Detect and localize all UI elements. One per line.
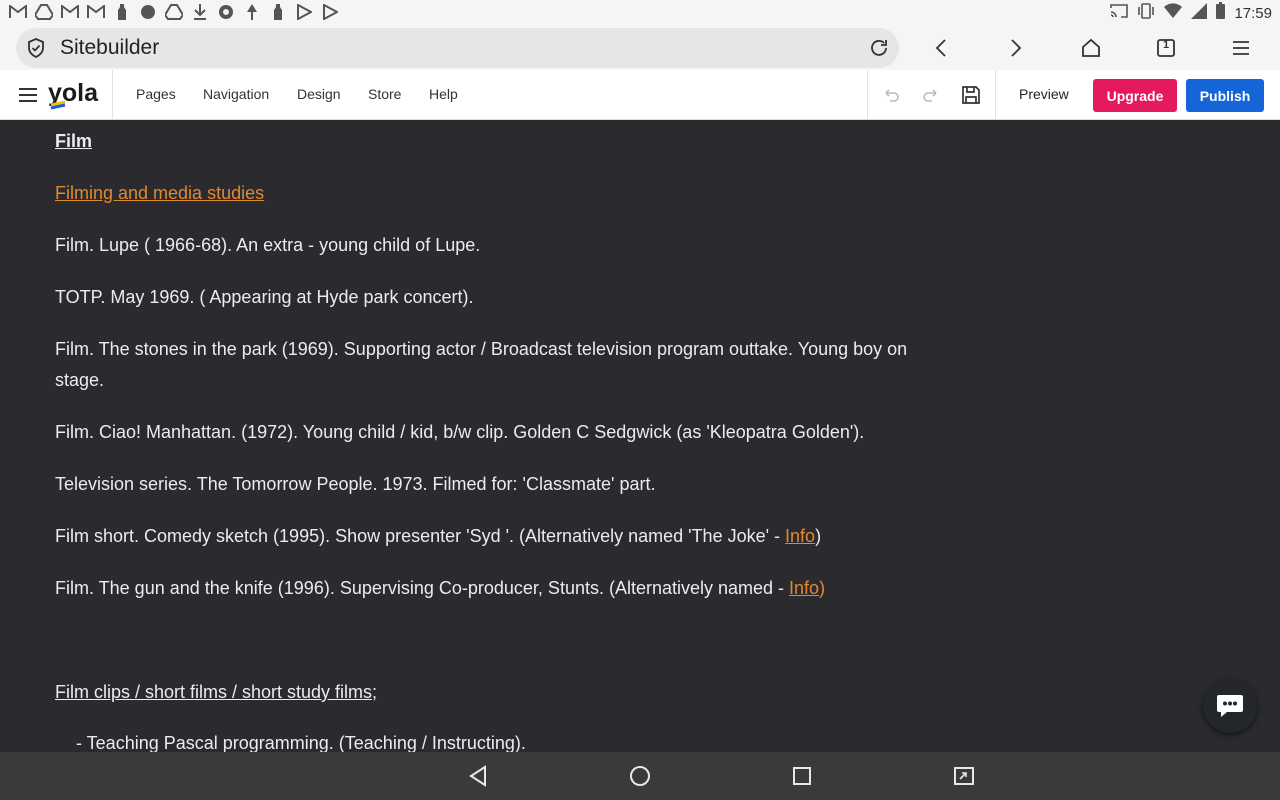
undo-icon[interactable]: [881, 85, 901, 105]
back-icon[interactable]: [928, 35, 954, 61]
divider: [995, 70, 996, 120]
wifi-icon: [1164, 3, 1183, 23]
system-icons: 17:59: [1110, 2, 1272, 24]
nav-help[interactable]: Help: [429, 86, 458, 102]
vibrate-icon: [1137, 2, 1155, 24]
gmail-icon: [60, 3, 79, 20]
address-text[interactable]: Sitebuilder: [60, 36, 159, 60]
android-icon: [138, 3, 157, 20]
redo-icon[interactable]: [921, 85, 941, 105]
entry-close: ): [815, 526, 822, 546]
menu-icon[interactable]: [1228, 35, 1254, 61]
play-icon: [320, 3, 339, 20]
drive-icon: [164, 3, 183, 20]
signal-icon: [1191, 2, 1208, 24]
section-heading[interactable]: Film clips / short films / short study f…: [55, 677, 377, 708]
page-title[interactable]: Film: [55, 126, 92, 157]
home-icon[interactable]: [1078, 35, 1104, 61]
entry[interactable]: Television series. The Tomorrow People. …: [55, 469, 655, 500]
editor-toolbar: yola Pages Navigation Design Store Help …: [0, 70, 1280, 120]
gmail-icon: [8, 3, 27, 20]
nav-store[interactable]: Store: [368, 86, 401, 102]
drive-icon: [34, 3, 53, 20]
entry[interactable]: Film. Ciao! Manhattan. (1972). Young chi…: [55, 417, 864, 448]
chat-bubble-icon: [1217, 695, 1243, 717]
nav-navigation[interactable]: Navigation: [203, 86, 269, 102]
tab-count: 1: [1162, 39, 1170, 51]
notification-icons: [8, 3, 339, 20]
entry-text: Film. The gun and the knife (1996). Supe…: [55, 578, 790, 598]
forward-icon[interactable]: [1003, 35, 1029, 61]
home-nav-icon[interactable]: [628, 764, 652, 788]
tabs-button[interactable]: 1: [1153, 35, 1179, 61]
recents-nav-icon[interactable]: [790, 764, 814, 788]
bottle-icon: [268, 3, 287, 20]
system-nav-bar: [0, 752, 1280, 800]
cast-icon: [1110, 3, 1129, 23]
hamburger-icon[interactable]: [18, 85, 38, 105]
subtitle-link[interactable]: Filming and media studies: [55, 178, 264, 209]
browser-toolbar: Sitebuilder 1: [0, 24, 1280, 70]
gmail-icon: [86, 3, 105, 20]
divider: [867, 70, 868, 120]
back-nav-icon[interactable]: [466, 764, 490, 788]
entry-close: ): [819, 578, 826, 598]
upgrade-button[interactable]: Upgrade: [1093, 79, 1177, 112]
play-icon: [294, 3, 313, 20]
nav-pages[interactable]: Pages: [136, 86, 176, 102]
save-icon[interactable]: [961, 85, 981, 105]
entry[interactable]: Film short. Comedy sketch (1995). Show p…: [55, 521, 821, 552]
reload-icon[interactable]: [869, 38, 889, 58]
info-link[interactable]: Info: [785, 526, 815, 546]
entry-text: Film short. Comedy sketch (1995). Show p…: [55, 526, 786, 546]
nav-design[interactable]: Design: [297, 86, 341, 102]
yola-logo[interactable]: yola: [48, 79, 100, 111]
preview-button[interactable]: Preview: [1019, 86, 1069, 102]
download-icon: [190, 3, 209, 20]
window-resize-icon[interactable]: [952, 764, 976, 788]
info-link[interactable]: Info: [789, 578, 819, 598]
bottle-icon: [112, 3, 131, 20]
address-bar[interactable]: Sitebuilder: [16, 28, 899, 68]
publish-button[interactable]: Publish: [1186, 79, 1264, 112]
battery-icon: [1216, 2, 1226, 24]
entry[interactable]: Film. The gun and the knife (1996). Supe…: [55, 573, 825, 604]
list-item[interactable]: - Teaching Pascal programming. (Teaching…: [76, 728, 526, 752]
aperture-icon: [216, 3, 235, 20]
chat-button[interactable]: [1203, 679, 1257, 733]
status-bar: 17:59: [0, 0, 1280, 24]
clock: 17:59: [1234, 4, 1272, 22]
shield-check-icon[interactable]: [26, 38, 46, 59]
pin-icon: [242, 3, 261, 20]
divider: [112, 70, 113, 120]
entry[interactable]: TOTP. May 1969. ( Appearing at Hyde park…: [55, 282, 474, 313]
entry[interactable]: Film. The stones in the park (1969). Sup…: [55, 334, 925, 396]
page-content[interactable]: Film Filming and media studies Film. Lup…: [0, 120, 1280, 752]
entry[interactable]: Film. Lupe ( 1966-68). An extra - young …: [55, 230, 480, 261]
